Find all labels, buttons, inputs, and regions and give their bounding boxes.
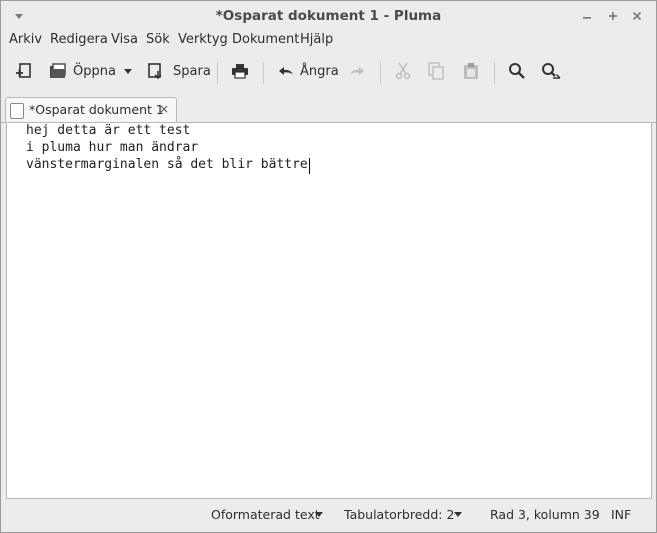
toolbar: Öppna Spara Ångra <box>1 51 656 93</box>
search-replace-icon <box>542 63 561 79</box>
find-replace-button[interactable] <box>541 61 563 83</box>
tab-width-dropdown-icon[interactable] <box>454 512 462 517</box>
document-tabs: *Osparat dokument 1 × <box>1 94 656 123</box>
editor-line: i pluma hur man ändrar <box>26 140 199 155</box>
paste-button[interactable] <box>462 61 482 83</box>
minimize-icon[interactable] <box>579 8 595 24</box>
menu-arkiv[interactable]: Arkiv <box>9 32 42 47</box>
undo-button[interactable]: Ångra <box>277 61 339 83</box>
tab-close-icon[interactable]: × <box>159 102 169 116</box>
toolbar-separator <box>380 62 381 84</box>
save-label: Spara <box>173 64 211 79</box>
redo-button[interactable] <box>348 61 368 83</box>
menu-sok[interactable]: Sök <box>146 32 170 47</box>
toolbar-separator <box>217 62 218 84</box>
window-title: *Osparat dokument 1 - Pluma <box>215 8 442 24</box>
open-folder-icon <box>50 63 66 78</box>
menu-bar: Arkiv Redigera Visa Sök Verktyg Dokument… <box>1 31 656 50</box>
new-button[interactable] <box>15 61 35 83</box>
tab-label: *Osparat dokument 1 <box>29 102 164 117</box>
text-caret <box>309 158 310 174</box>
cut-icon <box>395 62 411 80</box>
copy-button[interactable] <box>427 61 447 83</box>
paste-icon <box>464 63 478 79</box>
insert-mode: INF <box>611 507 632 522</box>
tab-width-selector[interactable]: Tabulatorbredd: 2 <box>344 507 454 522</box>
menu-visa[interactable]: Visa <box>111 32 138 47</box>
toolbar-separator <box>263 62 264 84</box>
close-icon[interactable] <box>629 8 645 24</box>
open-label: Öppna <box>73 64 116 79</box>
redo-icon <box>350 67 364 75</box>
print-icon <box>232 64 248 79</box>
print-button[interactable] <box>231 61 251 83</box>
save-button[interactable]: Spara <box>148 61 211 83</box>
text-editor[interactable]: hej detta är ett test i pluma hur man än… <box>6 122 652 499</box>
copy-icon <box>428 62 444 80</box>
find-button[interactable] <box>508 61 528 83</box>
menu-verktyg[interactable]: Verktyg <box>178 32 228 47</box>
open-recent-dropdown-icon[interactable] <box>123 68 133 76</box>
search-icon <box>509 63 525 79</box>
menu-hjalp[interactable]: Hjälp <box>300 32 333 47</box>
syntax-dropdown-icon[interactable] <box>315 512 323 517</box>
document-icon <box>10 103 24 119</box>
editor-line: vänstermarginalen så det blir bättre <box>26 157 308 172</box>
menu-dokument[interactable]: Dokument <box>232 32 299 47</box>
undo-icon <box>279 67 293 75</box>
cursor-position: Rad 3, kolumn 39 <box>490 507 600 522</box>
undo-label: Ångra <box>300 64 339 79</box>
maximize-icon[interactable] <box>605 8 621 24</box>
save-icon <box>148 63 162 80</box>
syntax-highlight-mode[interactable]: Oformaterad text <box>211 507 320 522</box>
menu-redigera[interactable]: Redigera <box>50 32 108 47</box>
editor-line: hej detta är ett test <box>26 123 191 138</box>
toolbar-separator <box>494 62 495 84</box>
new-document-icon <box>16 63 31 78</box>
title-bar: *Osparat dokument 1 - Pluma <box>1 1 656 31</box>
status-bar: Oformaterad text Tabulatorbredd: 2 Rad 3… <box>1 501 656 529</box>
tab-document-1[interactable]: *Osparat dokument 1 × <box>5 97 177 123</box>
cut-button[interactable] <box>394 61 414 83</box>
open-button[interactable]: Öppna <box>49 61 137 83</box>
pluma-window: *Osparat dokument 1 - Pluma Arkiv Redige… <box>0 0 657 533</box>
